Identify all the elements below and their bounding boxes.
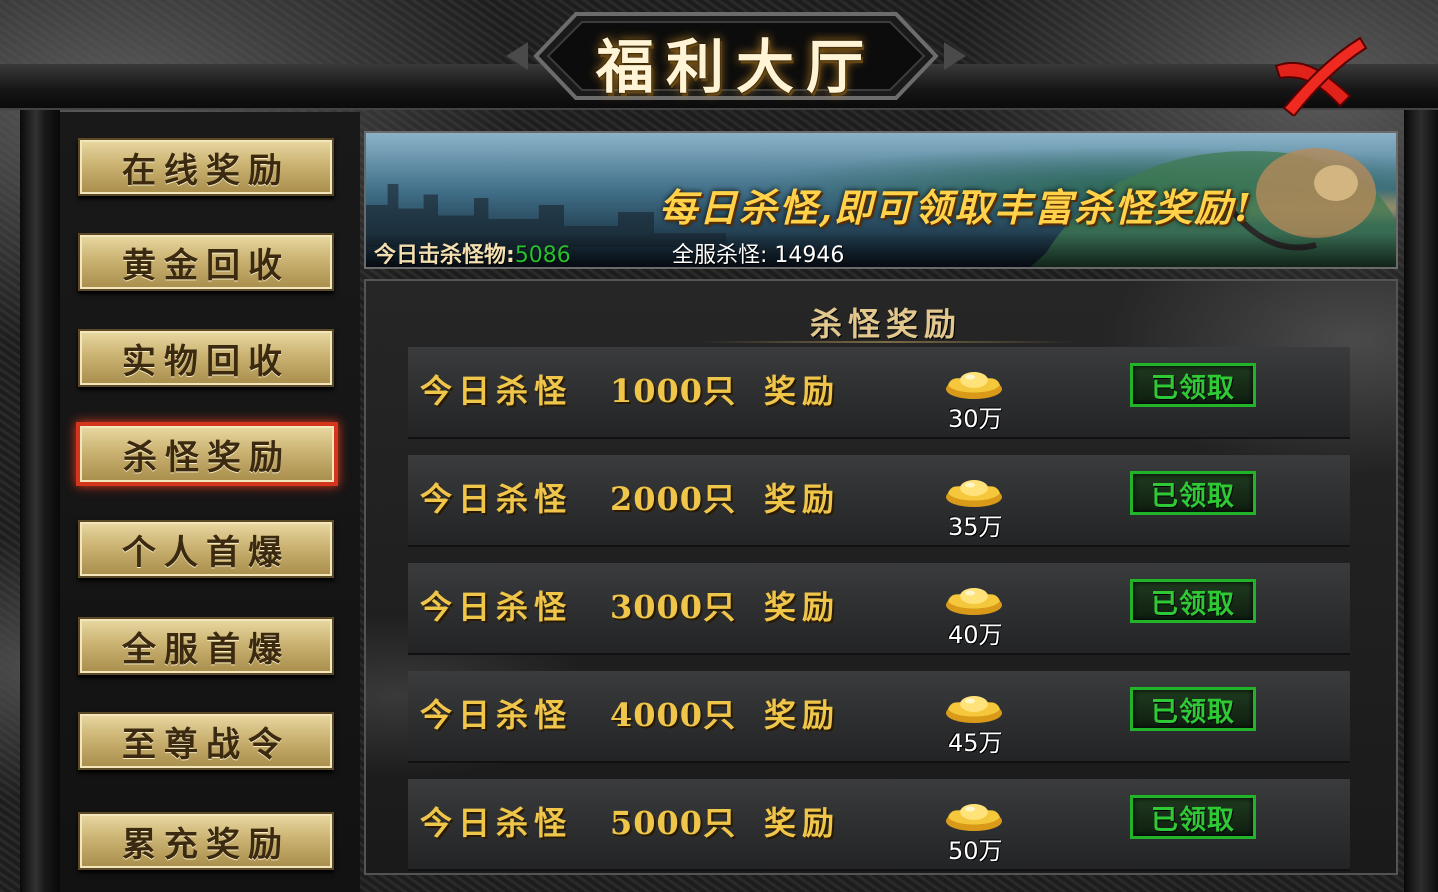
window-title: 福利大厅 [595,33,876,101]
nav-item-online-reward[interactable]: 在线奖励 [78,138,334,196]
reward-condition-label: 今日杀怪 [420,480,573,518]
reward-condition-label: 今日杀怪 [420,804,573,842]
kill-count: 4000只 [610,696,737,734]
reward-label: 奖励 [764,588,841,626]
reward-label: 奖励 [764,372,841,410]
banner-stats-bar: 今日击杀怪物:5086 全服杀怪: 14946 [366,233,1396,267]
server-kill-label: 全服杀怪: [672,243,768,268]
banner-slogan: 每日杀怪,即可领取丰富杀怪奖励! [659,185,1253,230]
nav-item-supreme-pass[interactable]: 至尊战令 [78,712,334,770]
gold-ingot-icon [946,804,1002,831]
reward-row: 今日杀怪 3000只 奖励 40万 已领取 [408,563,1350,655]
kill-count: 3000只 [610,588,737,626]
today-kill-stat: 今日击杀怪物:5086 [374,237,571,268]
claimed-button[interactable]: 已领取 [1130,795,1256,839]
kill-count: 1000只 [610,372,737,410]
nav-item-kill-reward[interactable]: 杀怪奖励 [76,422,338,486]
reward-text: 今日杀怪 4000只 奖励 [420,693,840,737]
reward-amount: 45万 [948,729,1003,757]
kill-banner: 每日杀怪,即可领取丰富杀怪奖励! 今日击杀怪物:5086 全服杀怪: 14946 [364,131,1398,269]
reward-label: 奖励 [764,804,841,842]
reward-amount: 40万 [948,621,1003,649]
today-kill-value: 5086 [514,243,571,268]
frame-pillar-left [20,108,60,892]
nav-panel [60,112,360,892]
reward-row: 今日杀怪 5000只 奖励 50万 已领取 [408,779,1350,871]
reward-row: 今日杀怪 4000只 奖励 45万 已领取 [408,671,1350,763]
claimed-button[interactable]: 已领取 [1130,579,1256,623]
title-plate: 福利大厅 [506,6,966,106]
reward-condition-label: 今日杀怪 [420,696,573,734]
claimed-button[interactable]: 已领取 [1130,471,1256,515]
nav-item-recharge-reward[interactable]: 累充奖励 [78,812,334,870]
server-kill-stat: 全服杀怪: 14946 [672,237,845,268]
reward-label: 奖励 [764,480,841,518]
reward-row: 今日杀怪 2000只 奖励 35万 已领取 [408,455,1350,547]
claimed-button[interactable]: 已领取 [1130,687,1256,731]
close-x-icon [1274,36,1368,118]
gold-ingot-icon [946,588,1002,615]
nav-item-personal-first-drop[interactable]: 个人首爆 [78,520,334,578]
reward-text: 今日杀怪 3000只 奖励 [420,585,840,629]
section-title: 杀怪奖励 [809,305,962,343]
gold-ingot-icon [946,372,1002,399]
nav-item-server-first-drop[interactable]: 全服首爆 [78,617,334,675]
reward-amount: 50万 [948,837,1003,865]
server-kill-value: 14946 [774,243,845,268]
nav-item-gold-recycle[interactable]: 黄金回收 [78,233,334,291]
gold-ingot-icon [946,480,1002,507]
kill-count: 2000只 [610,480,737,518]
reward-amount: 30万 [948,405,1003,433]
reward-condition-label: 今日杀怪 [420,588,573,626]
close-button[interactable] [1262,26,1372,118]
claimed-button[interactable]: 已领取 [1130,363,1256,407]
frame-pillar-right [1404,108,1438,892]
reward-condition-label: 今日杀怪 [420,372,573,410]
section-divider [696,341,1076,343]
today-kill-label: 今日击杀怪物: [374,243,515,268]
reward-text: 今日杀怪 2000只 奖励 [420,477,840,521]
reward-text: 今日杀怪 1000只 奖励 [420,369,840,413]
gold-ingot-icon [946,696,1002,723]
reward-row: 今日杀怪 1000只 奖励 30万 已领取 [408,347,1350,439]
kill-count: 5000只 [610,804,737,842]
reward-list-panel: 杀怪奖励 今日杀怪 1000只 奖励 30万 已领取 今日杀怪 2000只 奖励 35万… [364,279,1398,875]
nav-item-item-recycle[interactable]: 实物回收 [78,329,334,387]
reward-amount: 35万 [948,513,1003,541]
reward-label: 奖励 [764,696,841,734]
reward-text: 今日杀怪 5000只 奖励 [420,801,840,845]
